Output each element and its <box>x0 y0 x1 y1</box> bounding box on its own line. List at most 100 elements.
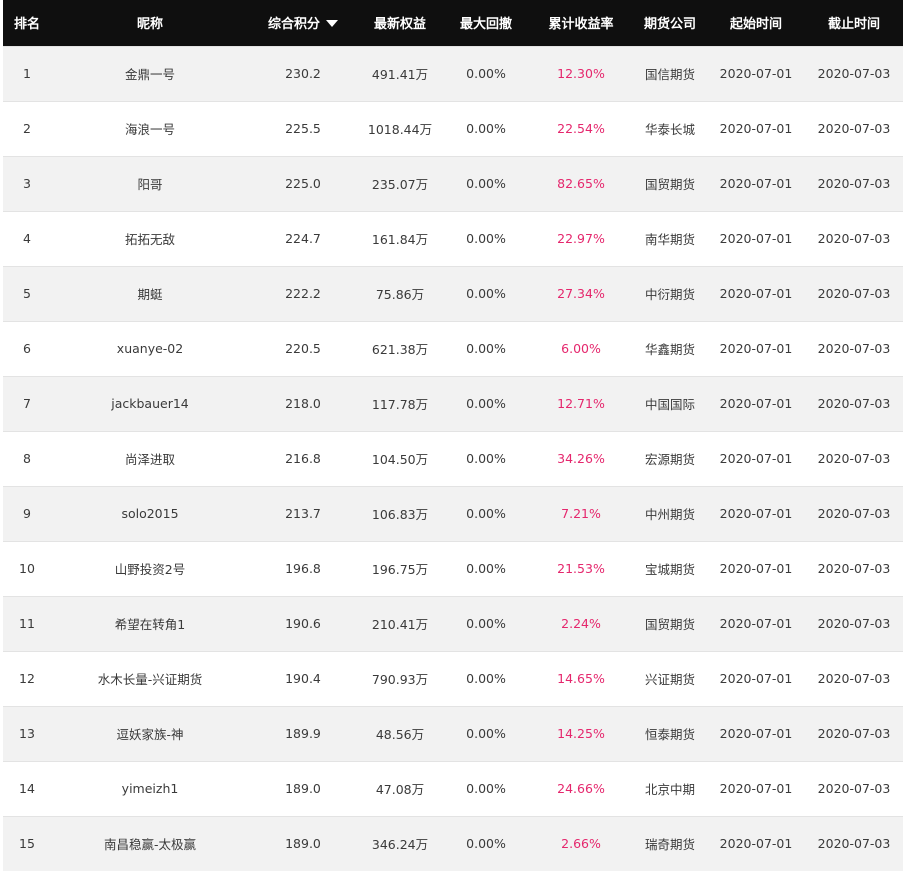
cell-nickname: 阳哥 <box>51 155 249 211</box>
cell-nickname: 海浪一号 <box>51 100 249 156</box>
cell-end: 2020-07-03 <box>805 210 903 266</box>
cell-rank: 6 <box>3 320 51 376</box>
header-return-rate: 累计收益率 <box>548 17 614 33</box>
cell-rank: 11 <box>3 595 51 651</box>
cell-drawdown: 0.00% <box>443 485 529 541</box>
cell-rank: 8 <box>3 430 51 486</box>
cell-end: 2020-07-03 <box>805 595 903 651</box>
cell-equity: 47.08万 <box>357 760 443 816</box>
cell-start: 2020-07-01 <box>707 485 805 541</box>
cell-score: 196.8 <box>249 540 357 596</box>
cell-nickname: 逗妖家族-神 <box>51 705 249 761</box>
cell-score: 225.5 <box>249 100 357 156</box>
cell-score: 190.6 <box>249 595 357 651</box>
header-company: 期货公司 <box>643 17 696 33</box>
cell-rank: 9 <box>3 485 51 541</box>
cell-return-rate: 7.21% <box>529 485 633 541</box>
cell-score: 230.2 <box>249 45 357 101</box>
cell-start: 2020-07-01 <box>707 540 805 596</box>
cell-start: 2020-07-01 <box>707 650 805 706</box>
table-row: 4 拓拓无敌 224.7 161.84万 0.00% 22.97% 南华期货 2… <box>3 210 903 266</box>
cell-company: 兴证期货 <box>633 650 707 706</box>
cell-equity: 790.93万 <box>357 650 443 706</box>
cell-nickname: 希望在转角1 <box>51 595 249 651</box>
cell-company: 华泰长城 <box>633 100 707 156</box>
cell-nickname: 水木长量-兴证期货 <box>51 650 249 706</box>
cell-equity: 346.24万 <box>357 815 443 871</box>
cell-drawdown: 0.00% <box>443 155 529 211</box>
cell-equity: 1018.44万 <box>357 100 443 156</box>
cell-drawdown: 0.00% <box>443 540 529 596</box>
cell-nickname: 山野投资2号 <box>51 540 249 596</box>
table-row: 10 山野投资2号 196.8 196.75万 0.00% 21.53% 宝城期… <box>3 540 903 596</box>
cell-equity: 235.07万 <box>357 155 443 211</box>
cell-return-rate: 34.26% <box>529 430 633 486</box>
cell-equity: 491.41万 <box>357 45 443 101</box>
cell-return-rate: 12.71% <box>529 375 633 431</box>
header-row: 排名 昵称 综合积分 最新权益 最大回撤 累计收益率 期货公司 起始时间 截止时… <box>3 0 903 46</box>
cell-rank: 3 <box>3 155 51 211</box>
cell-return-rate: 2.66% <box>529 815 633 871</box>
cell-score: 220.5 <box>249 320 357 376</box>
cell-return-rate: 27.34% <box>529 265 633 321</box>
cell-score: 190.4 <box>249 650 357 706</box>
cell-equity: 106.83万 <box>357 485 443 541</box>
cell-score: 189.9 <box>249 705 357 761</box>
triangle-down-icon <box>326 20 338 28</box>
cell-drawdown: 0.00% <box>443 705 529 761</box>
table-row: 14 yimeizh1 189.0 47.08万 0.00% 24.66% 北京… <box>3 760 903 816</box>
cell-nickname: jackbauer14 <box>51 375 249 431</box>
cell-nickname: xuanye-02 <box>51 320 249 376</box>
table-row: 12 水木长量-兴证期货 190.4 790.93万 0.00% 14.65% … <box>3 650 903 706</box>
cell-start: 2020-07-01 <box>707 45 805 101</box>
cell-start: 2020-07-01 <box>707 155 805 211</box>
cell-end: 2020-07-03 <box>805 430 903 486</box>
table-body: 1 金鼎一号 230.2 491.41万 0.00% 12.30% 国信期货 2… <box>3 45 903 871</box>
cell-rank: 12 <box>3 650 51 706</box>
cell-drawdown: 0.00% <box>443 430 529 486</box>
cell-end: 2020-07-03 <box>805 760 903 816</box>
table-row: 15 南昌稳赢-太极赢 189.0 346.24万 0.00% 2.66% 瑞奇… <box>3 815 903 871</box>
cell-equity: 48.56万 <box>357 705 443 761</box>
table-row: 1 金鼎一号 230.2 491.41万 0.00% 12.30% 国信期货 2… <box>3 45 903 101</box>
cell-start: 2020-07-01 <box>707 320 805 376</box>
cell-end: 2020-07-03 <box>805 320 903 376</box>
cell-equity: 621.38万 <box>357 320 443 376</box>
cell-equity: 104.50万 <box>357 430 443 486</box>
cell-end: 2020-07-03 <box>805 485 903 541</box>
cell-end: 2020-07-03 <box>805 100 903 156</box>
cell-company: 北京中期 <box>633 760 707 816</box>
cell-end: 2020-07-03 <box>805 45 903 101</box>
cell-equity: 75.86万 <box>357 265 443 321</box>
cell-company: 国贸期货 <box>633 595 707 651</box>
cell-return-rate: 14.25% <box>529 705 633 761</box>
table-row: 7 jackbauer14 218.0 117.78万 0.00% 12.71%… <box>3 375 903 431</box>
cell-nickname: 金鼎一号 <box>51 45 249 101</box>
cell-drawdown: 0.00% <box>443 375 529 431</box>
cell-end: 2020-07-03 <box>805 375 903 431</box>
cell-drawdown: 0.00% <box>443 265 529 321</box>
cell-nickname: yimeizh1 <box>51 760 249 816</box>
cell-score: 222.2 <box>249 265 357 321</box>
cell-rank: 2 <box>3 100 51 156</box>
ranking-table-container: 排名 昵称 综合积分 最新权益 最大回撤 累计收益率 期货公司 起始时间 截止时… <box>3 0 903 875</box>
table-row: 6 xuanye-02 220.5 621.38万 0.00% 6.00% 华鑫… <box>3 320 903 376</box>
cell-nickname: 南昌稳赢-太极赢 <box>51 815 249 871</box>
cell-nickname: 期蜓 <box>51 265 249 321</box>
cell-return-rate: 6.00% <box>529 320 633 376</box>
cell-company: 中州期货 <box>633 485 707 541</box>
cell-score: 213.7 <box>249 485 357 541</box>
cell-nickname: 尚泽进取 <box>51 430 249 486</box>
cell-drawdown: 0.00% <box>443 320 529 376</box>
cell-drawdown: 0.00% <box>443 210 529 266</box>
table-row: 3 阳哥 225.0 235.07万 0.00% 82.65% 国贸期货 202… <box>3 155 903 211</box>
cell-end: 2020-07-03 <box>805 650 903 706</box>
table-row: 2 海浪一号 225.5 1018.44万 0.00% 22.54% 华泰长城 … <box>3 100 903 156</box>
cell-start: 2020-07-01 <box>707 705 805 761</box>
cell-company: 中衍期货 <box>633 265 707 321</box>
cell-rank: 7 <box>3 375 51 431</box>
cell-nickname: 拓拓无敌 <box>51 210 249 266</box>
header-score-sort[interactable]: 综合积分 <box>249 0 357 46</box>
cell-start: 2020-07-01 <box>707 760 805 816</box>
cell-drawdown: 0.00% <box>443 595 529 651</box>
